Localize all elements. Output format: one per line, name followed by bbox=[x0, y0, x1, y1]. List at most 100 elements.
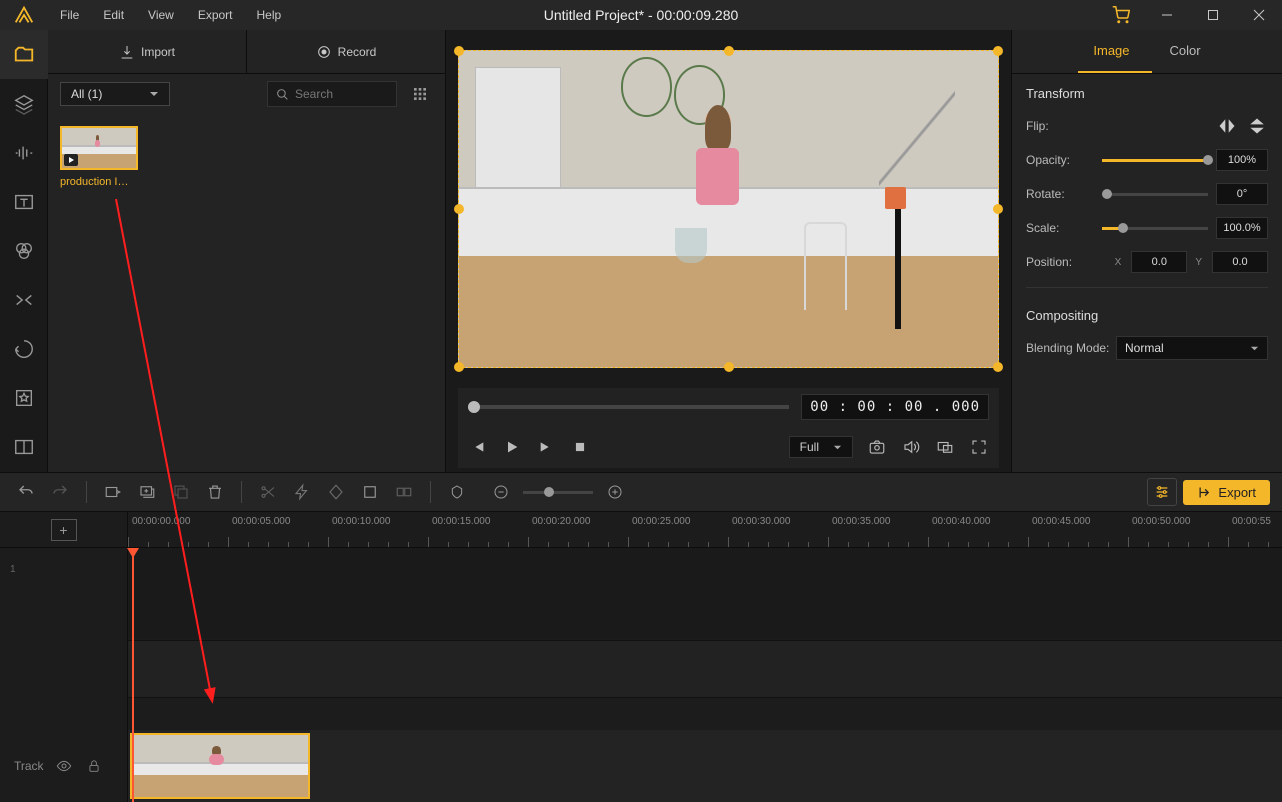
timeline-clip[interactable]: producti… bbox=[130, 733, 310, 799]
tab-import[interactable]: Import bbox=[48, 30, 246, 73]
fullscreen-button[interactable] bbox=[969, 437, 989, 457]
sidebar-elements[interactable] bbox=[0, 374, 48, 423]
window-minimize[interactable] bbox=[1144, 0, 1190, 30]
player-timecode: 00 : 00 : 00 . 000 bbox=[801, 394, 989, 420]
blend-mode-select[interactable]: Normal bbox=[1116, 336, 1268, 360]
insert-button[interactable] bbox=[133, 478, 161, 506]
detach-button[interactable] bbox=[935, 437, 955, 457]
media-filter-dropdown[interactable]: All (1) bbox=[60, 82, 170, 106]
tracks-body[interactable]: producti… bbox=[128, 548, 1282, 802]
scale-slider[interactable] bbox=[1102, 227, 1208, 230]
zoom-slider[interactable] bbox=[523, 491, 593, 494]
position-y-input[interactable]: 0.0 bbox=[1212, 251, 1268, 273]
track-lane[interactable]: producti… bbox=[128, 730, 1282, 802]
preview-quality-dropdown[interactable]: Full bbox=[789, 436, 853, 458]
sidebar-audio[interactable] bbox=[0, 128, 48, 177]
playhead[interactable] bbox=[132, 548, 134, 802]
track-visibility-button[interactable] bbox=[54, 756, 74, 776]
menu-edit[interactable]: Edit bbox=[91, 0, 136, 30]
delete-button[interactable] bbox=[201, 478, 229, 506]
speed-button[interactable] bbox=[288, 478, 316, 506]
mosaic-button[interactable] bbox=[390, 478, 418, 506]
menu-view[interactable]: View bbox=[136, 0, 186, 30]
keyframe-button[interactable] bbox=[322, 478, 350, 506]
resize-handle[interactable] bbox=[724, 46, 734, 56]
tab-color[interactable]: Color bbox=[1170, 43, 1201, 60]
window-close[interactable] bbox=[1236, 0, 1282, 30]
ruler-label: 00:00:30.000 bbox=[732, 516, 790, 527]
split-button[interactable] bbox=[254, 478, 282, 506]
opacity-slider[interactable] bbox=[1102, 159, 1208, 162]
ruler-label: 00:00:40.000 bbox=[932, 516, 990, 527]
resize-handle[interactable] bbox=[724, 362, 734, 372]
resize-handle[interactable] bbox=[454, 46, 464, 56]
copy-button[interactable] bbox=[167, 478, 195, 506]
crop-button[interactable] bbox=[356, 478, 384, 506]
flip-vertical-button[interactable] bbox=[1246, 115, 1268, 137]
menu-file[interactable]: File bbox=[48, 0, 91, 30]
position-x-input[interactable]: 0.0 bbox=[1131, 251, 1187, 273]
prev-frame-button[interactable] bbox=[468, 437, 488, 457]
inspector-panel: Image Color Transform Flip: Opacity: 100… bbox=[1012, 30, 1282, 472]
media-clip[interactable]: production I… bbox=[60, 126, 138, 188]
sidebar-motion[interactable] bbox=[0, 325, 48, 374]
ruler-label: 00:00:10.000 bbox=[332, 516, 390, 527]
resize-handle[interactable] bbox=[454, 362, 464, 372]
flip-horizontal-button[interactable] bbox=[1216, 115, 1238, 137]
sidebar-text[interactable] bbox=[0, 177, 48, 226]
rotate-slider[interactable] bbox=[1102, 193, 1208, 196]
media-search[interactable]: Search bbox=[267, 81, 397, 107]
play-badge-icon bbox=[64, 154, 78, 166]
zoom-out-button[interactable] bbox=[487, 478, 515, 506]
rotate-label: Rotate: bbox=[1026, 187, 1102, 201]
sidebar-filters[interactable] bbox=[0, 226, 48, 275]
preview-canvas[interactable] bbox=[458, 50, 999, 368]
menu-export[interactable]: Export bbox=[186, 0, 245, 30]
timeline-toolbar: Export bbox=[0, 472, 1282, 512]
shop-button[interactable] bbox=[1098, 0, 1144, 30]
ruler-label: 00:00:00.000 bbox=[132, 516, 190, 527]
resize-handle[interactable] bbox=[454, 204, 464, 214]
tab-record[interactable]: Record bbox=[246, 30, 445, 73]
next-frame-button[interactable] bbox=[536, 437, 556, 457]
media-view-toggle[interactable] bbox=[407, 81, 433, 107]
add-track-button[interactable]: + bbox=[51, 519, 77, 541]
ruler-label: 00:00:45.000 bbox=[1032, 516, 1090, 527]
resize-handle[interactable] bbox=[993, 204, 1003, 214]
preview-panel: 00 : 00 : 00 . 000 Full bbox=[446, 30, 1012, 472]
compositing-section-title: Compositing bbox=[1012, 296, 1282, 331]
resize-handle[interactable] bbox=[993, 46, 1003, 56]
apply-button[interactable] bbox=[99, 478, 127, 506]
ruler-label: 00:00:50.000 bbox=[1132, 516, 1190, 527]
resize-handle[interactable] bbox=[993, 362, 1003, 372]
redo-button[interactable] bbox=[46, 478, 74, 506]
opacity-value[interactable]: 100% bbox=[1216, 149, 1268, 171]
marker-button[interactable] bbox=[443, 478, 471, 506]
snapshot-button[interactable] bbox=[867, 437, 887, 457]
x-axis-label: X bbox=[1115, 257, 1122, 268]
track-lock-button[interactable] bbox=[84, 756, 104, 776]
export-button[interactable]: Export bbox=[1183, 480, 1270, 505]
sidebar-layers[interactable] bbox=[0, 79, 48, 128]
zoom-in-button[interactable] bbox=[601, 478, 629, 506]
app-logo bbox=[0, 4, 48, 26]
scale-value[interactable]: 100.0% bbox=[1216, 217, 1268, 239]
rotate-value[interactable]: 0° bbox=[1216, 183, 1268, 205]
chevron-down-icon bbox=[1250, 344, 1259, 353]
timeline-settings-button[interactable] bbox=[1147, 478, 1177, 506]
timeline-ruler[interactable]: 00:00:00.00000:00:05.00000:00:10.00000:0… bbox=[128, 512, 1282, 547]
media-panel: Import Record All (1) Search bbox=[48, 30, 446, 472]
volume-button[interactable] bbox=[901, 437, 921, 457]
play-button[interactable] bbox=[502, 437, 522, 457]
tab-image[interactable]: Image bbox=[1093, 43, 1129, 60]
sidebar-media[interactable] bbox=[0, 30, 48, 79]
window-maximize[interactable] bbox=[1190, 0, 1236, 30]
stop-button[interactable] bbox=[570, 437, 590, 457]
player-scrubber[interactable] bbox=[468, 405, 789, 409]
sidebar-transitions[interactable] bbox=[0, 276, 48, 325]
blend-label: Blending Mode: bbox=[1026, 341, 1116, 355]
sidebar-split[interactable] bbox=[0, 423, 48, 472]
undo-button[interactable] bbox=[12, 478, 40, 506]
menu-help[interactable]: Help bbox=[245, 0, 294, 30]
chevron-down-icon bbox=[149, 89, 159, 99]
